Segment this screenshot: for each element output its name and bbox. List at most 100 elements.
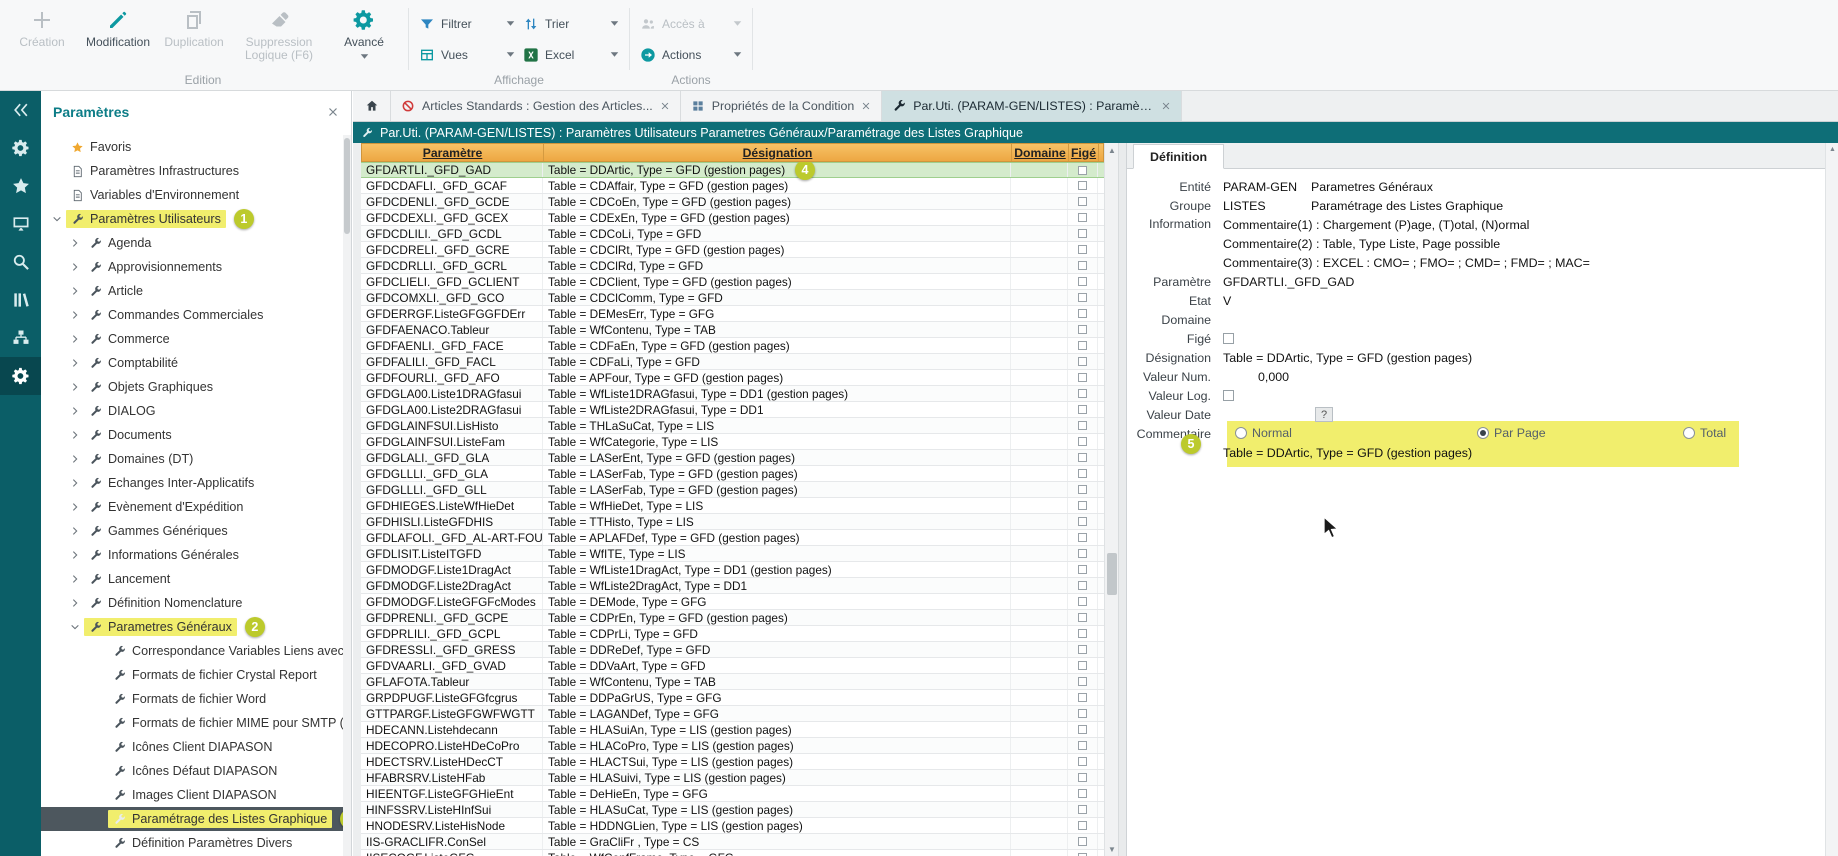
tree-item[interactable]: Paramétrage des Listes Graphique 3 [41,807,343,831]
duplication-button[interactable]: Duplication [156,8,232,49]
chevron-right-icon[interactable] [69,238,81,248]
scroll-up-arrow[interactable]: ▲ [1826,143,1838,156]
rail-item[interactable] [0,357,41,395]
tree-item[interactable]: Parametres Généraux 2 [41,615,343,639]
tree-item[interactable]: Objets Graphiques [41,375,343,399]
column-header-designation[interactable]: Désignation [544,144,1012,161]
tree-item[interactable]: Article [41,279,343,303]
fige-checkbox[interactable] [1078,549,1087,558]
fige-checkbox[interactable] [1078,421,1087,430]
fige-checkbox[interactable] [1078,229,1087,238]
fige-checkbox[interactable] [1223,333,1234,344]
table-row[interactable]: HINFSSRV.ListeHInfSui Table = HLASuCat, … [361,802,1104,818]
fige-checkbox[interactable] [1078,245,1087,254]
fige-checkbox[interactable] [1078,485,1087,494]
tree-item[interactable]: Gammes Génériques [41,519,343,543]
caret-down-icon[interactable] [506,20,515,27]
table-row[interactable]: GFDFALILI._GFD_FACL Table = CDFaLi, Type… [361,354,1104,370]
scrollbar-thumb[interactable] [344,138,350,234]
fige-checkbox[interactable] [1078,661,1087,670]
scrollbar-thumb[interactable] [1107,553,1117,595]
table-row[interactable]: GFDCDENLI._GFD_GCDE Table = CDCoEn, Type… [361,194,1104,210]
fige-checkbox[interactable] [1078,389,1087,398]
home-tab[interactable] [353,91,391,121]
table-row[interactable]: GFDPRENLI._GFD_GCPE Table = CDPrEn, Type… [361,610,1104,626]
fige-checkbox[interactable] [1078,741,1087,750]
tab-definition[interactable]: Définition [1133,144,1224,169]
table-row[interactable]: GFDGLALI._GFD_GLA Table = LASerEnt, Type… [361,450,1104,466]
tree-expander[interactable] [93,742,105,752]
fige-checkbox[interactable] [1078,709,1087,718]
tree-item[interactable]: Lancement [41,567,343,591]
tree-item[interactable]: Echanges Inter-Applicatifs [41,471,343,495]
table-row[interactable]: GFDCLIELI._GFD_GCLIENT Table = CDClient,… [361,274,1104,290]
tree-item[interactable]: Formats de fichier Word [41,687,343,711]
rail-item[interactable] [0,91,41,129]
fige-checkbox[interactable] [1078,341,1087,350]
fige-checkbox[interactable] [1078,837,1087,846]
table-row[interactable]: GFDGLLLI._GFD_GLL Table = LASerFab, Type… [361,482,1104,498]
fige-checkbox[interactable] [1078,645,1087,654]
fige-checkbox[interactable] [1078,325,1087,334]
rail-item[interactable] [0,167,41,205]
radio-button[interactable] [1477,427,1489,439]
tree-expander[interactable] [93,790,105,800]
modification-button[interactable]: Modification [80,8,156,49]
radio-button[interactable] [1235,427,1247,439]
tree-item[interactable]: Définition Nomenclature [41,591,343,615]
tree-expander[interactable] [51,142,63,152]
tree-expander[interactable] [93,694,105,704]
table-row[interactable]: GFDCDRELI._GFD_GCRE Table = CDClRt, Type… [361,242,1104,258]
document-tab[interactable]: Articles Standards : Gestion des Article… [391,91,681,121]
table-row[interactable]: GFDARTLI._GFD_GAD Table = DDArtic, Type … [361,162,1104,178]
tree-item[interactable]: Informations Générales [41,543,343,567]
chevron-right-icon[interactable] [69,430,81,440]
commentaire-mode-radio[interactable]: Normal [1235,426,1292,440]
fige-checkbox[interactable] [1078,725,1087,734]
date-picker-button[interactable]: ? [1315,407,1333,422]
document-tab[interactable]: Propriétés de la Condition [681,91,883,121]
fige-checkbox[interactable] [1078,293,1087,302]
creation-button[interactable]: Création [4,8,80,49]
fige-checkbox[interactable] [1078,821,1087,830]
rail-item[interactable] [0,281,41,319]
fige-checkbox[interactable] [1078,181,1087,190]
filtrer-button[interactable]: Filtrer [415,16,519,32]
suppression-logique-button[interactable]: Suppression Logique (F6) [232,8,326,62]
fige-checkbox[interactable] [1078,357,1087,366]
table-row[interactable]: GFDMODGF.Liste2DragAct Table = WfListe2D… [361,578,1104,594]
close-icon[interactable] [660,101,670,111]
column-header-fige[interactable]: Figé [1069,144,1099,161]
table-row[interactable]: GFDVAARLI._GFD_GVAD Table = DDVaArt, Typ… [361,658,1104,674]
chevron-right-icon[interactable] [69,502,81,512]
tree-expander[interactable] [93,670,105,680]
fige-checkbox[interactable] [1078,629,1087,638]
chevron-right-icon[interactable] [69,574,81,584]
close-icon[interactable] [1161,101,1171,111]
chevron-right-icon[interactable] [69,358,81,368]
rail-item[interactable] [0,319,41,357]
table-row[interactable]: GFDPRLILI._GFD_GCPL Table = CDPrLi, Type… [361,626,1104,642]
tree-item[interactable]: Formats de fichier Crystal Report [41,663,343,687]
table-row[interactable]: HDECANN.Listehdecann Table = HLASuiAn, T… [361,722,1104,738]
scroll-down-arrow[interactable]: ▼ [1105,842,1119,856]
caret-down-icon[interactable] [610,51,619,58]
rail-item[interactable] [0,205,41,243]
table-row[interactable]: GFDFOURLI._GFD_AFO Table = APFour, Type … [361,370,1104,386]
document-tab[interactable]: Par.Uti. (PARAM-GEN/LISTES) : Paramètr..… [882,91,1182,121]
chevron-right-icon[interactable] [69,526,81,536]
panel-splitter[interactable] [1118,143,1126,856]
table-row[interactable]: GFDRESSLI._GFD_GRESS Table = DDReDef, Ty… [361,642,1104,658]
table-row[interactable]: GFDFAENACO.Tableur Table = WfContenu, Ty… [361,322,1104,338]
fige-checkbox[interactable] [1078,453,1087,462]
table-row[interactable]: GFDHISLI.ListeGFDHIS Table = TTHisto, Ty… [361,514,1104,530]
tree-expander[interactable] [93,646,105,656]
chevron-right-icon[interactable] [69,382,81,392]
chevron-right-icon[interactable] [69,310,81,320]
caret-down-icon[interactable] [610,20,619,27]
fige-checkbox[interactable] [1078,501,1087,510]
caret-down-icon[interactable] [506,51,515,58]
fige-checkbox[interactable] [1078,773,1087,782]
tree-expander[interactable] [93,814,105,824]
chevron-right-icon[interactable] [69,454,81,464]
